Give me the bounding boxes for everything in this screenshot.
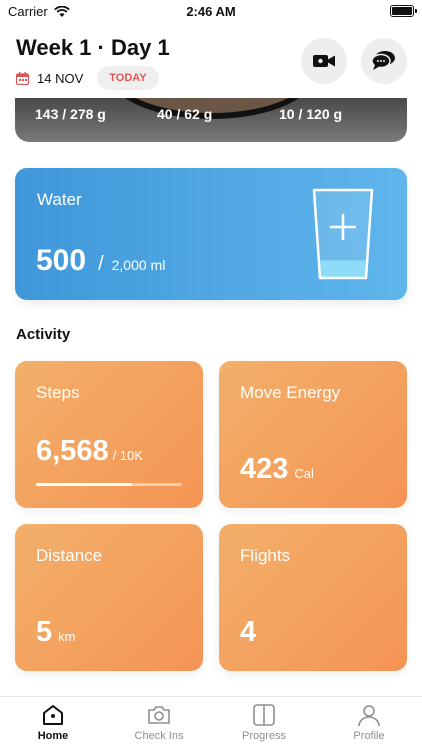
water-amount: 500 [36, 244, 87, 277]
home-icon [43, 705, 63, 725]
move-energy-value-row: 423 Cal [240, 453, 314, 486]
tab-home-label: Home [37, 730, 69, 742]
status-bar: Carrier 2:46 AM [0, 0, 422, 22]
steps-label: Steps [36, 383, 80, 402]
steps-card[interactable]: Steps 6,568 / 10K [15, 361, 203, 508]
distance-label: Distance [36, 546, 103, 565]
video-camera-icon [313, 55, 335, 67]
tab-home[interactable]: Home [13, 703, 93, 742]
header: Week 1 · Day 1 14 NOV TODAY [0, 22, 422, 98]
tab-profile-label: Profile [353, 730, 385, 742]
camera-icon [148, 706, 170, 724]
flights-value-row: 4 [240, 616, 256, 649]
steps-goal: / 10K [112, 448, 143, 463]
water-goal: 2,000 ml [111, 257, 166, 273]
add-water-glass-button[interactable] [312, 188, 374, 280]
distance-value-row: 5 km [36, 616, 75, 649]
carbs-value: 143 / 278 g [35, 106, 106, 122]
activity-section-title: Activity [16, 326, 71, 343]
calendar-icon [16, 71, 29, 85]
move-energy-label: Move Energy [240, 383, 341, 402]
video-call-button[interactable] [301, 38, 347, 84]
clock: 2:46 AM [186, 4, 236, 19]
battery-icon [390, 5, 417, 17]
tab-profile[interactable]: Profile [329, 703, 409, 742]
page-title: Week 1 · Day 1 [16, 35, 170, 60]
steps-progress-fill [36, 483, 133, 486]
water-label: Water [37, 190, 82, 209]
fat-value: 10 / 120 g [279, 106, 343, 122]
tab-progress-label: Progress [241, 730, 287, 742]
tab-check-ins[interactable]: Check Ins [119, 703, 199, 742]
steps-value: 6,568 [36, 435, 109, 467]
protein-value: 40 / 62 g [157, 106, 213, 122]
compare-icon [253, 704, 275, 726]
person-icon [358, 705, 380, 727]
water-card[interactable]: Water 500 / 2,000 ml [15, 168, 407, 300]
tab-check-ins-label: Check Ins [134, 730, 184, 742]
tab-progress[interactable]: Progress [224, 703, 304, 742]
distance-value: 5 [36, 616, 53, 648]
water-amount-row: 500 / 2,000 ml [36, 244, 165, 278]
tab-bar: Home Check Ins Progress Profile [0, 696, 422, 750]
move-energy-unit: Cal [294, 466, 314, 481]
chat-button[interactable] [361, 38, 407, 84]
steps-progress-bar [36, 483, 182, 486]
date-label: 14 NOV [37, 70, 84, 86]
steps-value-row: 6,568 / 10K [36, 435, 143, 468]
today-badge[interactable]: TODAY [97, 66, 159, 90]
flights-card[interactable]: Flights 4 [219, 524, 407, 671]
distance-unit: km [58, 629, 76, 644]
water-separator: / [98, 253, 104, 275]
flights-value: 4 [240, 616, 257, 648]
date-row: 14 NOV TODAY [16, 66, 159, 90]
flights-label: Flights [240, 546, 291, 565]
move-energy-card[interactable]: Move Energy 423 Cal [219, 361, 407, 508]
move-energy-value: 423 [240, 453, 289, 485]
chat-bubbles-icon [371, 51, 395, 70]
distance-card[interactable]: Distance 5 km [15, 524, 203, 671]
